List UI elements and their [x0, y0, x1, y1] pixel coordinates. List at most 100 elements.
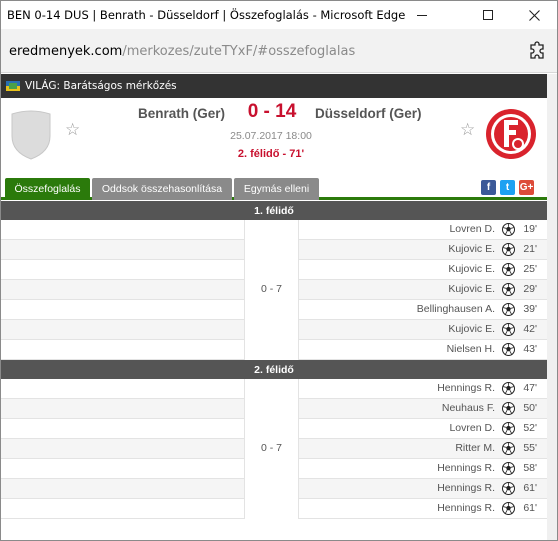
minimize-button[interactable]: [399, 1, 445, 29]
match-datetime: 25.07.2017 18:00: [230, 130, 312, 142]
goal-scorer[interactable]: Neuhaus F.: [442, 402, 495, 414]
soccer-ball-icon: [502, 283, 515, 296]
half-score: 0 - 7: [260, 283, 282, 295]
goal-minute: 19': [523, 223, 537, 235]
vertical-scrollbar[interactable]: [547, 74, 557, 540]
goal-minute: 61': [523, 482, 537, 494]
goal-scorer[interactable]: Lovren D.: [449, 422, 495, 434]
page-content: VILÁG: Barátságos mérkőzés ☆ Benrath (Ge…: [1, 74, 547, 540]
soccer-ball-icon: [502, 323, 515, 336]
home-event-cell: [1, 419, 244, 439]
goal-scorer[interactable]: Lovren D.: [449, 223, 495, 235]
home-event-cell: [1, 479, 244, 499]
half-header: 1. félidő: [1, 201, 547, 220]
goal-scorer[interactable]: Nielsen H.: [447, 343, 495, 355]
half-score-column: 0 - 7: [244, 379, 299, 519]
maximize-button[interactable]: [465, 1, 511, 29]
goal-scorer[interactable]: Hennings R.: [437, 382, 495, 394]
goal-scorer[interactable]: Ritter M.: [455, 442, 495, 454]
home-event-cell: [1, 220, 244, 240]
home-event-cell: [1, 340, 244, 360]
goal-minute: 43': [523, 343, 537, 355]
url-path: /merkozes/zuteTYxF/#osszefoglalas: [122, 44, 356, 59]
facebook-share-icon[interactable]: f: [481, 180, 496, 195]
tab-odds-comparison[interactable]: Oddsok összehasonlítása: [92, 178, 232, 200]
home-team-name[interactable]: Benrath (Ger): [121, 106, 225, 121]
home-event-cell: [1, 439, 244, 459]
half-header: 2. félidő: [1, 360, 547, 379]
away-event-cell: Kujovic E. 42': [299, 320, 547, 340]
away-event-cell: Neuhaus F. 50': [299, 399, 547, 419]
goal-minute: 25': [523, 263, 537, 275]
home-event-cell: [1, 260, 244, 280]
soccer-ball-icon: [502, 502, 515, 515]
url-host: eredmenyek.com: [9, 44, 123, 59]
goal-scorer[interactable]: Kujovic E.: [448, 283, 495, 295]
goal-minute: 42': [523, 323, 537, 335]
favorite-home-star-icon[interactable]: ☆: [65, 122, 80, 139]
google-plus-share-icon[interactable]: G+: [519, 180, 534, 195]
away-team-crest-icon: [486, 109, 536, 159]
match-header: ☆ Benrath (Ger) 0 - 14 Düsseldorf (Ger) …: [1, 98, 547, 174]
twitter-share-icon[interactable]: t: [500, 180, 515, 195]
soccer-ball-icon: [502, 402, 515, 415]
soccer-ball-icon: [502, 482, 515, 495]
soccer-ball-icon: [502, 382, 515, 395]
away-event-cell: Kujovic E. 25': [299, 260, 547, 280]
goal-minute: 52': [523, 422, 537, 434]
soccer-ball-icon: [502, 243, 515, 256]
soccer-ball-icon: [502, 343, 515, 356]
title-bar: BEN 0-14 DUS | Benrath - Düsseldorf | Ös…: [1, 1, 557, 29]
goal-scorer[interactable]: Kujovic E.: [448, 323, 495, 335]
goal-scorer[interactable]: Hennings R.: [437, 482, 495, 494]
minimize-icon: [417, 14, 427, 16]
home-event-cell: [1, 499, 244, 519]
away-event-cell: Lovren D. 52': [299, 419, 547, 439]
address-bar: eredmenyek.com/merkozes/zuteTYxF/#osszef…: [1, 29, 557, 73]
soccer-ball-icon: [502, 442, 515, 455]
goal-minute: 50': [523, 402, 537, 414]
close-button[interactable]: [511, 1, 557, 29]
home-event-cell: [1, 300, 244, 320]
away-event-cell: Bellinghausen A. 39': [299, 300, 547, 320]
goal-scorer[interactable]: Kujovic E.: [448, 243, 495, 255]
favorite-away-star-icon[interactable]: ☆: [460, 122, 475, 139]
home-event-cell: [1, 459, 244, 479]
goal-minute: 47': [523, 382, 537, 394]
close-icon: [528, 9, 540, 21]
away-event-cell: Ritter M. 55': [299, 439, 547, 459]
goal-scorer[interactable]: Kujovic E.: [448, 263, 495, 275]
scrollbar-thumb[interactable]: [549, 74, 555, 540]
goal-scorer[interactable]: Hennings R.: [437, 502, 495, 514]
half-score-column: 0 - 7: [244, 220, 299, 360]
goal-minute: 29': [523, 283, 537, 295]
extension-puzzle-icon[interactable]: [528, 41, 548, 61]
goal-scorer[interactable]: Bellinghausen A.: [417, 303, 495, 315]
away-event-cell: Kujovic E. 29': [299, 280, 547, 300]
url-field[interactable]: eredmenyek.com/merkozes/zuteTYxF/#osszef…: [9, 44, 355, 59]
soccer-ball-icon: [502, 263, 515, 276]
away-event-cell: Nielsen H. 43': [299, 340, 547, 360]
home-event-cell: [1, 240, 244, 260]
soccer-ball-icon: [502, 223, 515, 236]
soccer-ball-icon: [502, 462, 515, 475]
away-event-cell: Hennings R. 58': [299, 459, 547, 479]
maximize-icon: [483, 10, 493, 20]
away-team-name[interactable]: Düsseldorf (Ger): [315, 106, 435, 121]
tab-summary[interactable]: Összefoglalás: [5, 178, 90, 200]
match-score: 0 - 14: [247, 101, 297, 122]
away-event-cell: Hennings R. 61': [299, 479, 547, 499]
home-event-cell: [1, 379, 244, 399]
window-title: BEN 0-14 DUS | Benrath - Düsseldorf | Ös…: [7, 8, 406, 22]
away-event-cell: Hennings R. 61': [299, 499, 547, 519]
goal-minute: 39': [523, 303, 537, 315]
goal-minute: 55': [523, 442, 537, 454]
goal-scorer[interactable]: Hennings R.: [437, 462, 495, 474]
league-name: VILÁG: Barátságos mérkőzés: [25, 80, 177, 92]
half-score: 0 - 7: [260, 442, 282, 454]
tab-head-to-head[interactable]: Egymás elleni: [234, 178, 319, 200]
home-team-crest-icon: [11, 110, 51, 160]
tabs-row: Összefoglalás Oddsok összehasonlítása Eg…: [1, 174, 547, 200]
away-event-cell: Kujovic E. 21': [299, 240, 547, 260]
goal-minute: 61': [523, 502, 537, 514]
